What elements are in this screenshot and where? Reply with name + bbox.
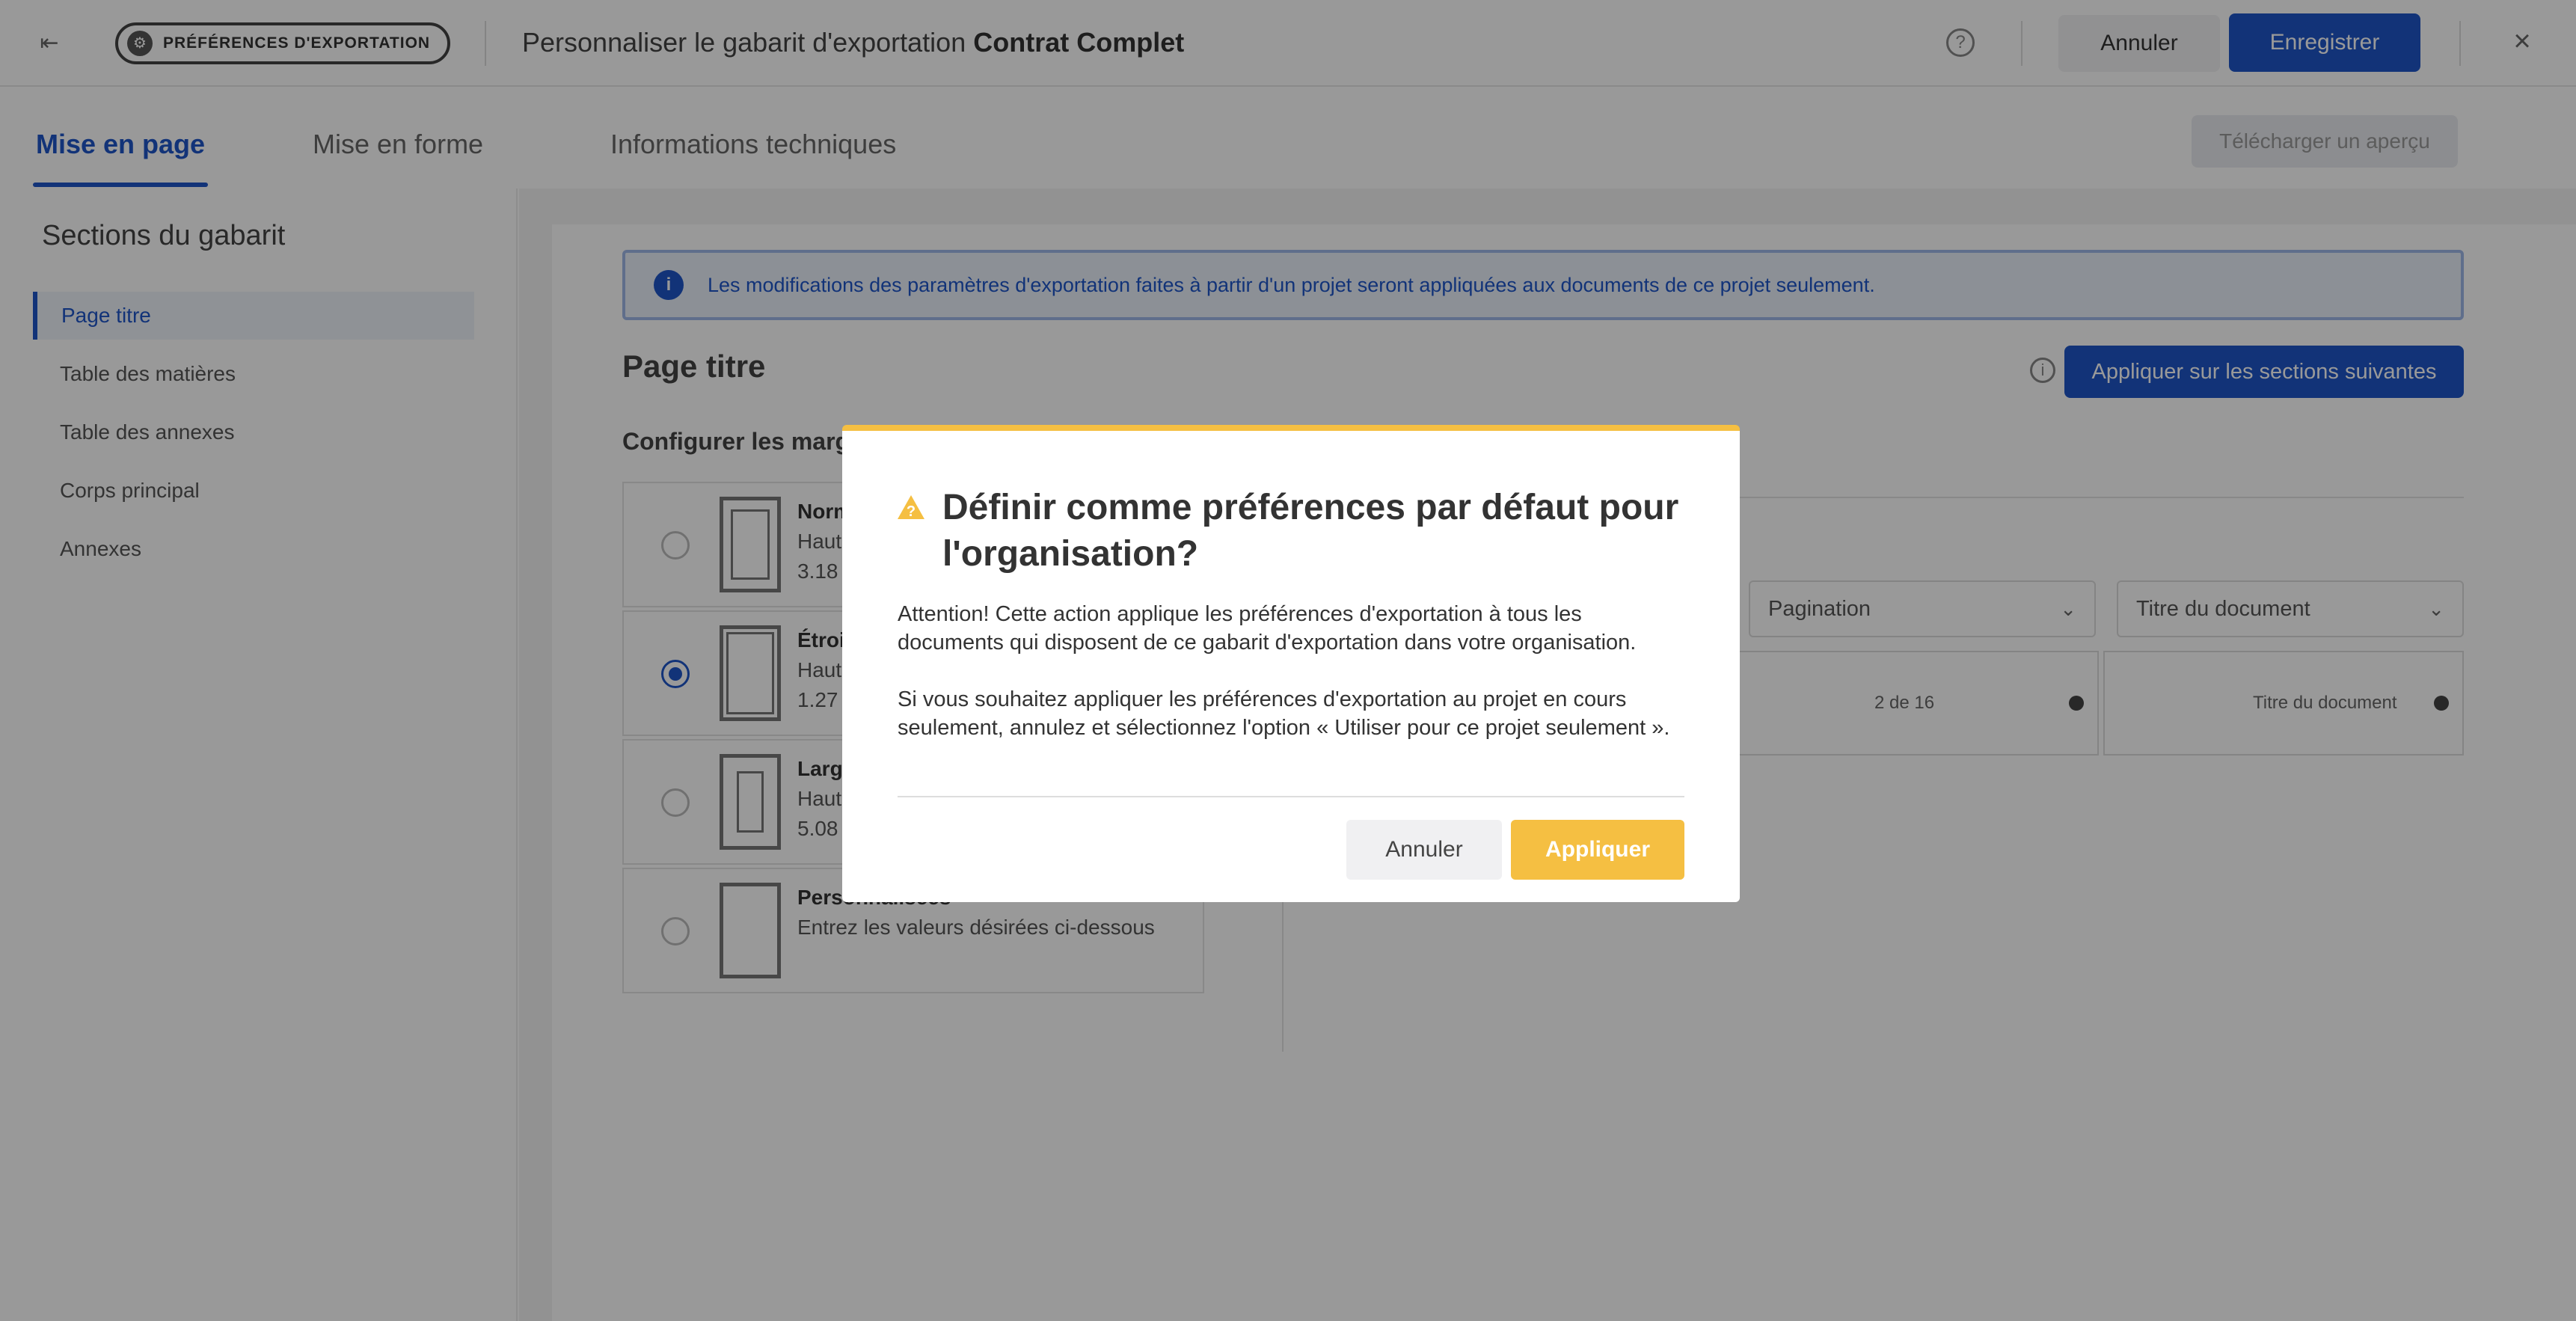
dialog-body: Attention! Cette action applique les pré… (898, 600, 1690, 770)
dialog-apply-button[interactable]: Appliquer (1511, 820, 1684, 880)
confirm-default-preferences-dialog: ? Définir comme préférences par défaut p… (842, 425, 1740, 902)
dialog-title: Définir comme préférences par défaut pou… (942, 488, 1679, 574)
dialog-instruction-text: Si vous souhaitez appliquer les préféren… (898, 687, 1670, 740)
dialog-divider (898, 796, 1684, 797)
dialog-warning-text: Attention! Cette action applique les pré… (898, 602, 1637, 655)
dialog-cancel-button[interactable]: Annuler (1346, 820, 1502, 880)
svg-text:?: ? (907, 503, 916, 520)
warning-icon: ? (898, 495, 924, 520)
